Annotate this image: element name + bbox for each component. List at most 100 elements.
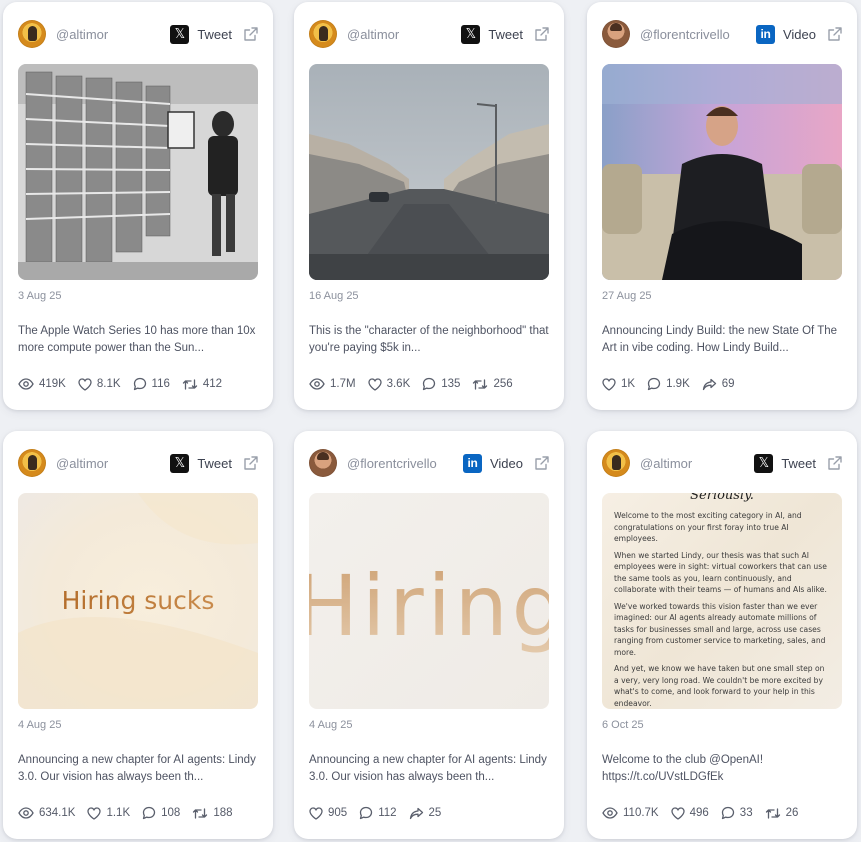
x-logo-icon: 𝕏 xyxy=(754,453,774,473)
heart-icon xyxy=(87,806,102,820)
post-image[interactable]: Seriously. Welcome to the most exciting … xyxy=(602,493,842,709)
card-header: @altimor 𝕏 Tweet xyxy=(309,18,550,50)
author-handle[interactable]: @florentcrivello xyxy=(640,27,730,42)
engagement-stats: 110.7K 496 33 26 xyxy=(602,804,810,822)
comment-icon xyxy=(360,806,373,820)
author-handle[interactable]: @altimor xyxy=(640,456,692,471)
retweets-stat: 256 xyxy=(472,378,513,391)
likes-count: 1K xyxy=(621,378,636,390)
card-header: @altimor 𝕏 Tweet xyxy=(18,447,259,479)
retweets-count: 412 xyxy=(202,378,223,390)
author-handle[interactable]: @altimor xyxy=(56,27,108,42)
post-video-thumbnail[interactable]: Hiring xyxy=(309,493,549,709)
altimor-avatar[interactable] xyxy=(309,20,337,48)
post-card-2[interactable]: @altimor 𝕏 Tweet 16 Aug 25 This is the "… xyxy=(294,2,564,410)
engagement-stats: 905 112 25 xyxy=(309,804,453,822)
heart-icon xyxy=(309,806,323,820)
views-stat: 110.7K xyxy=(602,806,659,820)
external-link-icon[interactable] xyxy=(534,26,550,42)
comment-icon xyxy=(647,377,661,391)
views-stat: 1.7M xyxy=(309,377,356,391)
external-link-icon[interactable] xyxy=(243,455,259,471)
altimor-avatar[interactable] xyxy=(18,449,46,477)
x-logo-icon: 𝕏 xyxy=(170,453,190,473)
likes-stat: 1.1K xyxy=(87,806,131,820)
comment-icon xyxy=(721,806,734,820)
x-logo-icon: 𝕏 xyxy=(461,24,481,44)
florent-avatar[interactable] xyxy=(309,449,337,477)
likes-stat: 496 xyxy=(670,806,709,820)
post-type-label: Video xyxy=(489,455,523,471)
post-type-label: Tweet xyxy=(781,455,816,471)
card-header: @florentcrivello in Video xyxy=(309,447,550,479)
post-card-5[interactable]: @florentcrivello in Video Hiring 4 Aug 2… xyxy=(294,431,564,839)
post-type-label: Tweet xyxy=(488,26,523,42)
post-text: Welcome to the club @OpenAI! https://t.c… xyxy=(602,754,764,783)
post-card-6[interactable]: @altimor 𝕏 Tweet Seriously. Welcome to t… xyxy=(587,431,857,839)
views-count: 1.7M xyxy=(330,378,356,390)
author-handle[interactable]: @altimor xyxy=(347,27,399,42)
image-headline: Hiring sucks xyxy=(62,586,215,615)
florent-avatar[interactable] xyxy=(602,20,630,48)
letter-paragraph: We've worked towards this vision faster … xyxy=(614,601,826,657)
shares-count: 69 xyxy=(721,378,735,390)
card-header: @florentcrivello in Video xyxy=(602,18,843,50)
comments-count: 1.9K xyxy=(666,378,690,390)
post-card-1[interactable]: @altimor 𝕏 Tweet 3 Aug 25 The Apple Watc… xyxy=(3,2,273,410)
post-date: 4 Aug 25 xyxy=(309,719,353,731)
post-date: 4 Aug 25 xyxy=(18,719,62,731)
post-card-3[interactable]: @florentcrivello in Video 27 Aug 25 Anno… xyxy=(587,2,857,410)
likes-count: 8.1K xyxy=(96,378,121,390)
comments-count: 112 xyxy=(378,807,397,819)
post-card-4[interactable]: @altimor 𝕏 Tweet Hiring sucks 4 Aug 25 A… xyxy=(3,431,273,839)
altimor-avatar[interactable] xyxy=(602,449,630,477)
altimor-avatar[interactable] xyxy=(18,20,46,48)
external-link-icon[interactable] xyxy=(534,455,550,471)
retweet-icon xyxy=(765,807,780,819)
comment-icon xyxy=(133,377,146,391)
author-handle[interactable]: @altimor xyxy=(56,456,108,471)
post-type-label: Video xyxy=(782,26,816,42)
retweets-count: 188 xyxy=(213,807,233,819)
letter-image: Seriously. Welcome to the most exciting … xyxy=(602,493,842,709)
post-video-thumbnail[interactable] xyxy=(602,64,842,280)
likes-stat: 905 xyxy=(309,806,348,820)
external-link-icon[interactable] xyxy=(243,26,259,42)
author-handle[interactable]: @florentcrivello xyxy=(347,456,437,471)
likes-count: 905 xyxy=(328,807,348,819)
retweets-stat: 188 xyxy=(192,807,233,820)
likes-stat: 3.6K xyxy=(367,377,410,391)
comment-icon xyxy=(142,806,156,820)
likes-count: 1.1K xyxy=(106,807,131,819)
heart-icon xyxy=(670,806,685,820)
post-image[interactable] xyxy=(18,64,258,280)
shares-stat: 25 xyxy=(409,807,442,820)
post-image[interactable] xyxy=(309,64,549,280)
share-icon xyxy=(702,378,716,390)
letter-paragraph: And yet, we know we have taken but one s… xyxy=(614,664,825,708)
letter-paragraph: When we started Lindy, our thesis was th… xyxy=(614,550,827,595)
retweets-count: 26 xyxy=(785,807,799,819)
post-date: 27 Aug 25 xyxy=(602,290,652,302)
retweet-icon xyxy=(473,378,488,390)
post-text: Announcing Lindy Build: the new State Of… xyxy=(602,325,838,354)
post-type-label: Tweet xyxy=(197,26,232,42)
engagement-stats: 1.7M 3.6K 135 256 xyxy=(309,375,525,393)
card-header: @altimor 𝕏 Tweet xyxy=(18,18,259,50)
comments-count: 116 xyxy=(151,378,170,390)
card-header: @altimor 𝕏 Tweet xyxy=(602,447,843,479)
heart-icon xyxy=(367,377,382,391)
image-headline: Hiring xyxy=(309,557,549,655)
post-image[interactable]: Hiring sucks xyxy=(18,493,258,709)
external-link-icon[interactable] xyxy=(827,26,843,42)
comments-stat: 116 xyxy=(133,377,170,391)
external-link-icon[interactable] xyxy=(827,455,843,471)
comments-stat: 112 xyxy=(359,806,397,820)
post-text: The Apple Watch Series 10 has more than … xyxy=(18,325,256,354)
retweet-icon xyxy=(182,378,198,390)
comments-count: 135 xyxy=(441,378,461,390)
heart-icon xyxy=(78,377,92,391)
shares-count: 25 xyxy=(428,807,442,819)
likes-stat: 1K xyxy=(602,377,636,391)
post-date: 3 Aug 25 xyxy=(18,290,62,302)
